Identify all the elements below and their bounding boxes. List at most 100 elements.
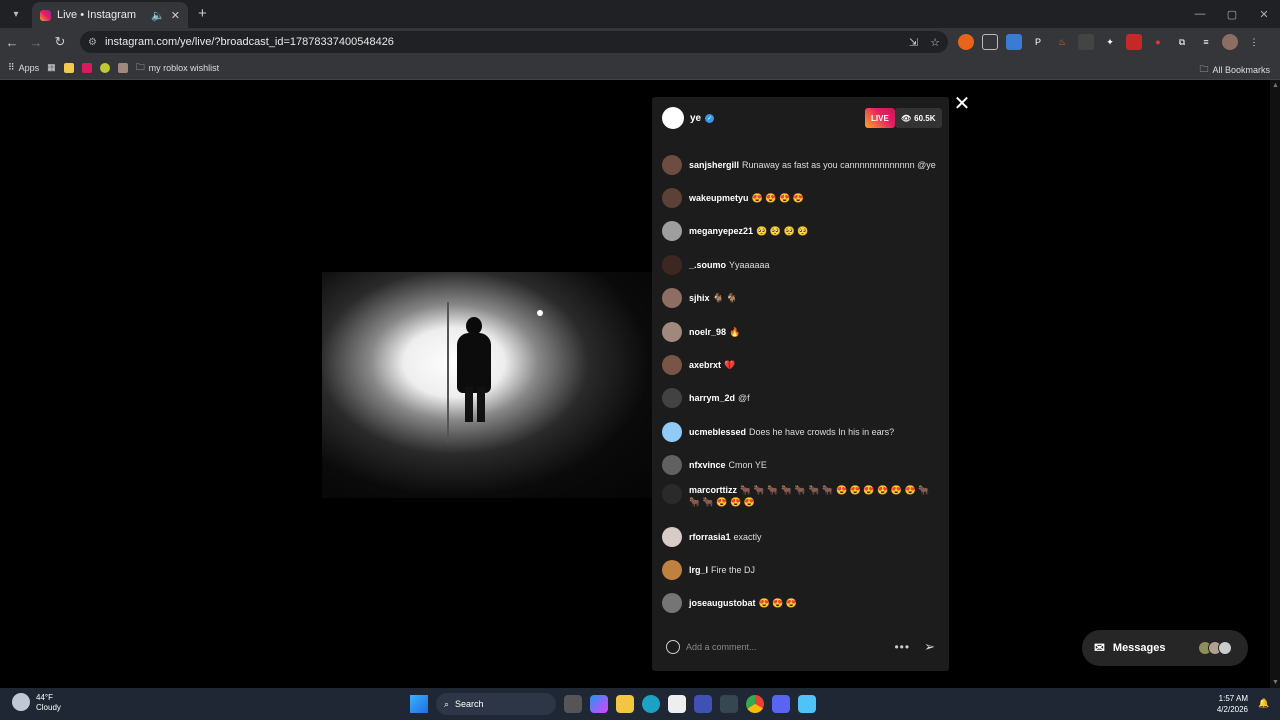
task-view-icon[interactable]	[564, 695, 582, 713]
profile-avatar-icon[interactable]	[1222, 34, 1238, 50]
commenter-username[interactable]: marcorttizz	[689, 485, 737, 495]
edge-icon[interactable]	[642, 695, 660, 713]
app-clover-icon[interactable]	[720, 695, 738, 713]
host-avatar[interactable]	[662, 107, 684, 129]
commenter-avatar[interactable]	[662, 254, 682, 275]
commenter-username[interactable]: lrg_l	[689, 565, 708, 575]
commenter-avatar[interactable]	[662, 559, 682, 580]
commenter-username[interactable]: wakeupmetyu	[689, 193, 749, 203]
commenter-avatar[interactable]	[662, 188, 682, 209]
commenter-avatar[interactable]	[662, 483, 682, 504]
commenter-avatar[interactable]	[662, 221, 682, 242]
commenter-username[interactable]: harrym_2d	[689, 393, 735, 403]
discord-icon[interactable]	[772, 695, 790, 713]
commenter-username[interactable]: nfxvince	[689, 460, 726, 470]
window-close-icon[interactable]: ✕	[1248, 0, 1280, 28]
bookmark-m-icon	[81, 62, 92, 73]
commenter-avatar[interactable]	[662, 455, 682, 476]
tab-close-icon[interactable]: ✕	[171, 9, 180, 22]
commenter-username[interactable]: _.soumo	[689, 260, 726, 270]
bookmark-grid[interactable]: ▦	[47, 62, 56, 73]
extension-window-icon[interactable]	[1078, 34, 1094, 50]
commenter-username[interactable]: meganyepez21	[689, 226, 753, 236]
bookmark-m[interactable]	[81, 62, 92, 73]
comment-item: nfxvince Cmon YE	[662, 449, 942, 482]
extension-orange-icon[interactable]	[958, 34, 974, 50]
commenter-avatar[interactable]	[662, 421, 682, 442]
commenter-username[interactable]: joseaugustobat	[689, 598, 756, 608]
file-explorer-icon[interactable]	[616, 695, 634, 713]
bookmark-yellow[interactable]	[63, 62, 74, 73]
extension-flame-icon[interactable]: ♨	[1054, 34, 1070, 50]
extension-blue-icon[interactable]	[1006, 34, 1022, 50]
commenter-username[interactable]: noelr_98	[689, 327, 726, 337]
extension-p-icon[interactable]: P	[1030, 34, 1046, 50]
scroll-down-icon[interactable]: ▼	[1272, 679, 1279, 686]
extension-square-icon[interactable]	[982, 34, 998, 50]
windows-start-icon[interactable]	[410, 695, 428, 713]
maximize-icon[interactable]: ▢	[1216, 0, 1248, 28]
commenter-avatar[interactable]	[662, 388, 682, 409]
tab-search-icon[interactable]: ≡	[1198, 34, 1214, 50]
site-info-icon[interactable]: ⚙	[88, 37, 97, 48]
comment-text: Runaway as fast as you cannnnnnnnnnnnn @…	[742, 159, 936, 170]
commenter-username[interactable]: sanjshergill	[689, 160, 739, 170]
messages-button[interactable]: ✉ Messages	[1082, 630, 1248, 666]
address-bar[interactable]: ⚙ instagram.com/ye/live/?broadcast_id=17…	[80, 31, 948, 53]
extension-red-icon[interactable]	[1126, 34, 1142, 50]
minimize-icon[interactable]: —	[1184, 0, 1216, 28]
host-username[interactable]: ye	[690, 113, 701, 124]
extension-drop-icon[interactable]: ●	[1150, 34, 1166, 50]
live-video-stream[interactable]	[322, 272, 652, 498]
tab-search-chevron-icon[interactable]: ▾	[6, 4, 26, 24]
bookmark-star-icon[interactable]: ☆	[930, 36, 940, 49]
bookmark-box[interactable]	[117, 62, 128, 73]
all-bookmarks-label: All Bookmarks	[1212, 65, 1270, 75]
bookmark-lemon[interactable]	[99, 62, 110, 73]
notification-bell-icon[interactable]: 🔔	[1258, 698, 1270, 710]
close-live-icon[interactable]: ✕	[952, 94, 972, 114]
browser-menu-icon[interactable]: ⋮	[1246, 34, 1262, 50]
taskbar-search[interactable]: ⌕ Search	[436, 693, 556, 715]
bookmarks-bar: ⠿ Apps ▦ 🗀 my roblox wishlist 🗀 All Book…	[0, 56, 1280, 80]
weather-widget[interactable]: 44°F Cloudy	[12, 693, 61, 713]
app-blue-icon[interactable]	[694, 695, 712, 713]
system-clock[interactable]: 1:57 AM 4/2/2026	[1217, 693, 1248, 715]
commenter-username[interactable]: ucmeblessed	[689, 427, 746, 437]
scroll-up-icon[interactable]: ▲	[1272, 82, 1279, 89]
extensions-puzzle-icon[interactable]: ⧉	[1174, 34, 1190, 50]
commenter-avatar[interactable]	[662, 355, 682, 376]
commenter-avatar[interactable]	[662, 154, 682, 175]
tab-audio-icon[interactable]: 🔈	[151, 9, 165, 22]
emoji-icon[interactable]	[666, 640, 680, 654]
commenter-avatar[interactable]	[662, 593, 682, 614]
commenter-avatar[interactable]	[662, 288, 682, 309]
install-app-icon[interactable]: ⇲	[909, 36, 918, 49]
reload-icon[interactable]: ↻	[48, 34, 72, 50]
commenter-avatar[interactable]	[662, 526, 682, 547]
url-text[interactable]: instagram.com/ye/live/?broadcast_id=1787…	[105, 36, 897, 48]
folder-icon: 🗀	[135, 61, 145, 72]
chrome-icon[interactable]	[746, 695, 764, 713]
copilot-icon[interactable]	[590, 695, 608, 713]
new-tab-button[interactable]: +	[198, 5, 207, 22]
commenter-avatar[interactable]	[662, 321, 682, 342]
notepad-icon[interactable]	[798, 695, 816, 713]
page-scrollbar[interactable]: ▲ ▼	[1270, 80, 1280, 688]
commenter-username[interactable]: sjhix	[689, 293, 710, 303]
bookmark-apps[interactable]: ⠿ Apps	[8, 62, 39, 73]
comment-item: _.soumo Yyaaaaaa	[662, 248, 942, 281]
forward-arrow-icon[interactable]: →	[24, 35, 48, 50]
more-options-icon[interactable]: •••	[894, 640, 910, 654]
comment-input[interactable]: Add a comment...	[686, 642, 894, 652]
apps-grid-icon: ⠿	[8, 62, 15, 72]
all-bookmarks[interactable]: 🗀 All Bookmarks	[1199, 62, 1270, 78]
store-icon[interactable]	[668, 695, 686, 713]
commenter-username[interactable]: axebrxt	[689, 360, 721, 370]
send-icon[interactable]: ➢	[924, 639, 935, 655]
extension-puzzle-small-icon[interactable]: ✦	[1102, 34, 1118, 50]
tab-instagram-live[interactable]: Live • Instagram 🔈 ✕	[32, 2, 188, 28]
back-arrow-icon[interactable]: ←	[0, 35, 24, 50]
commenter-username[interactable]: rforrasia1	[689, 532, 731, 542]
bookmark-roblox-wishlist[interactable]: 🗀 my roblox wishlist	[136, 60, 220, 76]
